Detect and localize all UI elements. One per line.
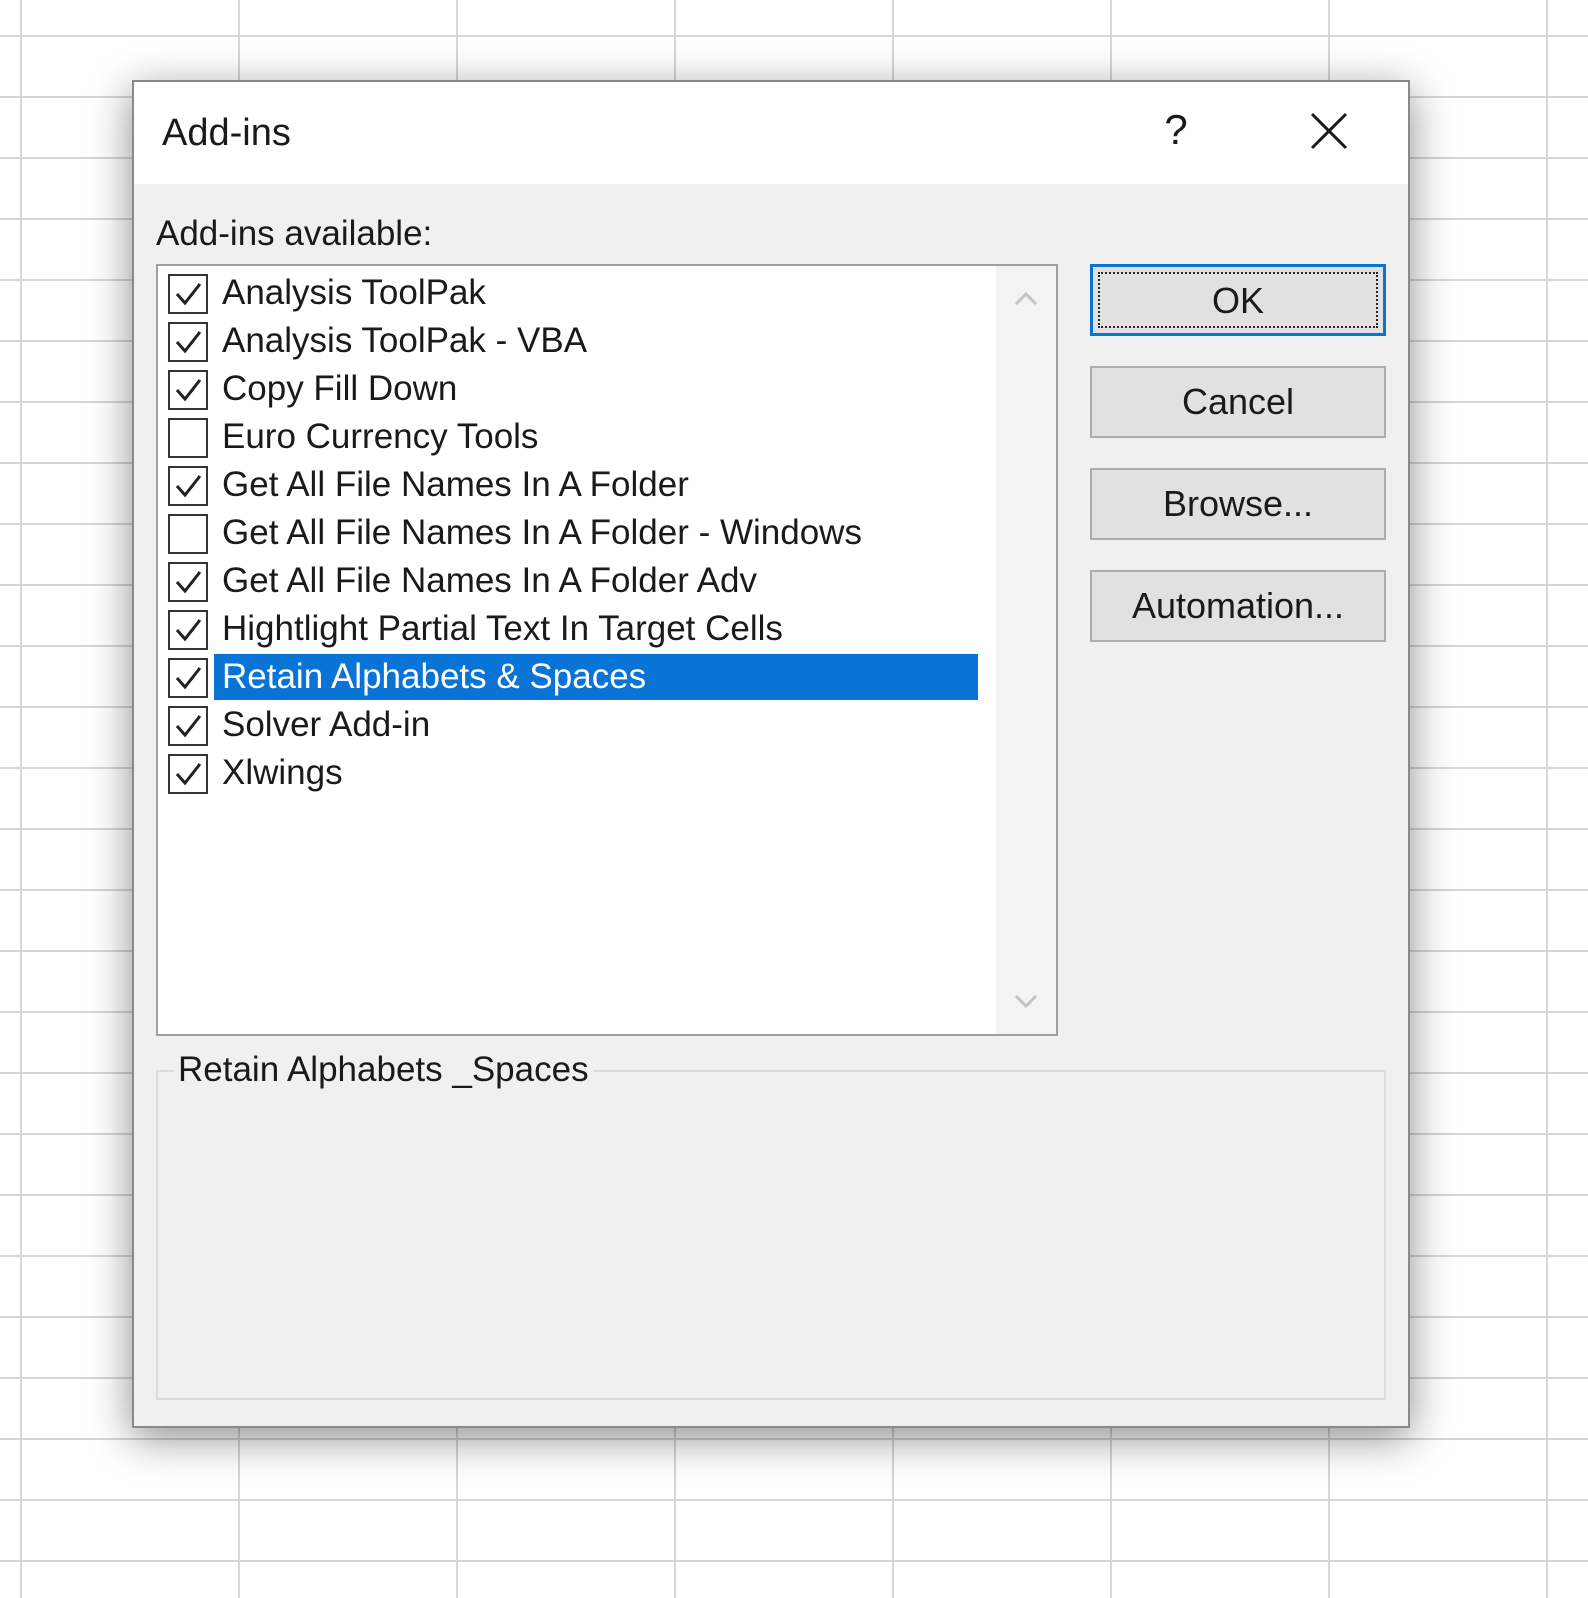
add-in-checkbox[interactable] <box>168 610 208 650</box>
list-item[interactable]: Analysis ToolPak <box>158 270 996 318</box>
list-item[interactable]: Get All File Names In A Folder Adv <box>158 558 996 606</box>
add-in-label: Get All File Names In A Folder - Windows <box>222 513 862 552</box>
list-item[interactable]: Retain Alphabets & Spaces <box>158 654 996 702</box>
add-in-checkbox[interactable] <box>168 322 208 362</box>
description-groupbox <box>156 1070 1386 1400</box>
list-item[interactable]: Get All File Names In A Folder - Windows <box>158 510 996 558</box>
close-button[interactable] <box>1296 100 1362 162</box>
list-item[interactable]: Solver Add-in <box>158 702 996 750</box>
list-item[interactable]: Euro Currency Tools <box>158 414 996 462</box>
checkmark-icon <box>175 331 202 354</box>
add-in-label: Euro Currency Tools <box>222 417 539 456</box>
add-in-checkbox[interactable] <box>168 658 208 698</box>
add-in-checkbox[interactable] <box>168 466 208 506</box>
list-item[interactable]: Copy Fill Down <box>158 366 996 414</box>
add-in-label: Analysis ToolPak - VBA <box>222 321 588 360</box>
add-in-checkbox[interactable] <box>168 274 208 314</box>
scroll-down-icon[interactable] <box>1006 980 1046 1020</box>
checkmark-icon <box>175 571 202 594</box>
add-in-label: Get All File Names In A Folder <box>222 465 689 504</box>
automation-button[interactable]: Automation... <box>1090 570 1386 642</box>
help-button[interactable]: ? <box>1146 100 1206 160</box>
cancel-button[interactable]: Cancel <box>1090 366 1386 438</box>
checkmark-icon <box>175 715 202 738</box>
checkmark-icon <box>175 283 202 306</box>
add-in-label: Hightlight Partial Text In Target Cells <box>222 609 783 648</box>
add-in-label: Copy Fill Down <box>222 369 458 408</box>
add-in-checkbox[interactable] <box>168 514 208 554</box>
add-ins-listbox[interactable]: Analysis ToolPak Analysis ToolPak - VBA Co… <box>156 264 1058 1036</box>
checkmark-icon <box>175 619 202 642</box>
dialog-title: Add-ins <box>162 112 291 154</box>
list-item[interactable]: Hightlight Partial Text In Target Cells <box>158 606 996 654</box>
add-in-checkbox[interactable] <box>168 562 208 602</box>
ok-button-label: OK <box>1211 280 1264 321</box>
add-in-checkbox[interactable] <box>168 418 208 458</box>
checkmark-icon <box>175 379 202 402</box>
add-in-checkbox[interactable] <box>168 706 208 746</box>
checkmark-icon <box>175 475 202 498</box>
add-ins-list: Analysis ToolPak Analysis ToolPak - VBA Co… <box>158 270 996 798</box>
add-in-label: Get All File Names In A Folder Adv <box>222 561 757 600</box>
scroll-up-icon[interactable] <box>1006 280 1046 320</box>
add-in-checkbox[interactable] <box>168 754 208 794</box>
description-title: Retain Alphabets _Spaces <box>174 1050 593 1090</box>
list-scrollbar[interactable] <box>996 266 1056 1034</box>
add-in-label: Solver Add-in <box>222 705 431 744</box>
add-in-checkbox[interactable] <box>168 370 208 410</box>
list-item[interactable]: Get All File Names In A Folder <box>158 462 996 510</box>
add-in-label: Xlwings <box>222 753 343 792</box>
add-in-label: Retain Alphabets & Spaces <box>214 654 978 700</box>
browse-button[interactable]: Browse... <box>1090 468 1386 540</box>
add-in-label: Analysis ToolPak <box>222 273 486 312</box>
list-item[interactable]: Analysis ToolPak - VBA <box>158 318 996 366</box>
close-icon <box>1310 112 1348 150</box>
checkmark-icon <box>175 667 202 690</box>
add-ins-available-label: Add-ins available: <box>156 214 433 253</box>
add-ins-dialog: Add-ins ? Add-ins available: Analysis To… <box>132 80 1410 1428</box>
ok-button[interactable]: OK <box>1090 264 1386 336</box>
title-bar: Add-ins ? <box>134 82 1408 184</box>
list-item[interactable]: Xlwings <box>158 750 996 798</box>
checkmark-icon <box>175 763 202 786</box>
